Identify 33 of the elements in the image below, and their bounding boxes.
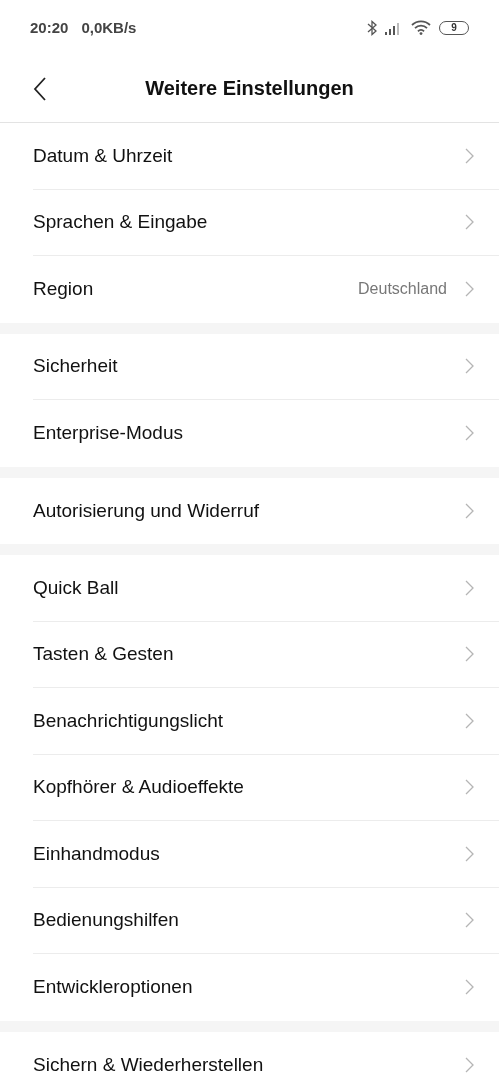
chevron-icon (465, 1056, 474, 1073)
chevron-icon (465, 281, 474, 298)
settings-item[interactable]: Region Deutschland (33, 256, 499, 323)
settings-item[interactable]: Datum & Uhrzeit (33, 123, 499, 190)
settings-item[interactable]: Enterprise-Modus (33, 400, 499, 467)
settings-item[interactable]: Sicherheit (33, 333, 499, 400)
chevron-icon (465, 425, 474, 442)
chevron-icon (465, 845, 474, 862)
settings-item[interactable]: Tasten & Gesten (33, 621, 499, 688)
settings-item[interactable]: Entwickleroptionen (33, 954, 499, 1021)
chevron-icon (465, 214, 474, 231)
chevron-icon (465, 712, 474, 729)
chevron-icon (465, 646, 474, 663)
settings-item[interactable]: Sprachen & Eingabe (33, 189, 499, 256)
chevron-icon (465, 358, 474, 375)
chevron-icon (465, 502, 474, 519)
page-title: Weitere Einstellungen (145, 77, 354, 100)
chevron-icon (465, 912, 474, 929)
settings-item[interactable]: Benachrichtigungslicht (33, 688, 499, 755)
chevron-icon (465, 979, 474, 996)
settings-item[interactable]: Kopfhörer & Audioeffekte (33, 754, 499, 821)
item-value: Deutschland (358, 280, 447, 299)
chevron-icon (465, 147, 474, 164)
chevron-icon (465, 779, 474, 796)
network-speed: 0,0KB/s (81, 19, 137, 36)
settings-item[interactable]: Einhandmodus (33, 821, 499, 888)
bluetooth-icon (367, 19, 377, 36)
chevron-icon (465, 579, 474, 596)
settings-item[interactable]: Bedienungshilfen (33, 887, 499, 954)
clock-time: 20:20 (30, 19, 69, 36)
settings-item[interactable]: Quick Ball (33, 555, 499, 622)
wifi-icon (411, 20, 431, 35)
back-button[interactable] (33, 76, 49, 101)
